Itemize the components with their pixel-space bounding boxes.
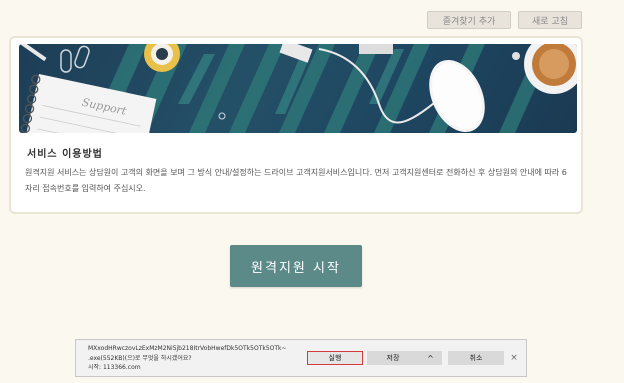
download-question: .exe(552KB)(으)로 무엇을 하시겠어요?	[88, 354, 192, 362]
add-favorite-button[interactable]: 즐겨찾기 추가	[427, 11, 511, 29]
refresh-button[interactable]: 새로 고침	[518, 11, 582, 29]
close-icon[interactable]: ×	[508, 351, 520, 365]
service-card: Support 서비스 이용방법 원격지원 서비스는 상담원이 고객의 화면을 …	[9, 36, 583, 214]
save-button[interactable]: 저장	[367, 351, 419, 365]
download-info: MXxodHRwczovLzExMzM2Ni5jb218ItrVobHwefDk…	[88, 344, 287, 373]
start-remote-support-button[interactable]: 원격지원 시작	[230, 245, 362, 287]
service-usage-title: 서비스 이용방법	[27, 149, 103, 160]
support-banner-image: Support	[19, 44, 577, 133]
service-usage-description: 원격지원 서비스는 상담원이 고객의 화면을 보며 그 방식 안내/설정하는 드…	[25, 168, 567, 193]
download-notification-bar: MXxodHRwczovLzExMzM2Ni5jb218ItrVobHwefDk…	[75, 339, 527, 377]
download-source: 시작: 113366.com	[88, 364, 141, 371]
run-button[interactable]: 실행	[307, 351, 363, 365]
download-filename: MXxodHRwczovLzExMzM2Ni5jb218ItrVobHwefDk…	[88, 345, 287, 352]
chevron-up-icon[interactable]: ^	[419, 351, 442, 365]
cancel-button[interactable]: 취소	[448, 351, 504, 365]
